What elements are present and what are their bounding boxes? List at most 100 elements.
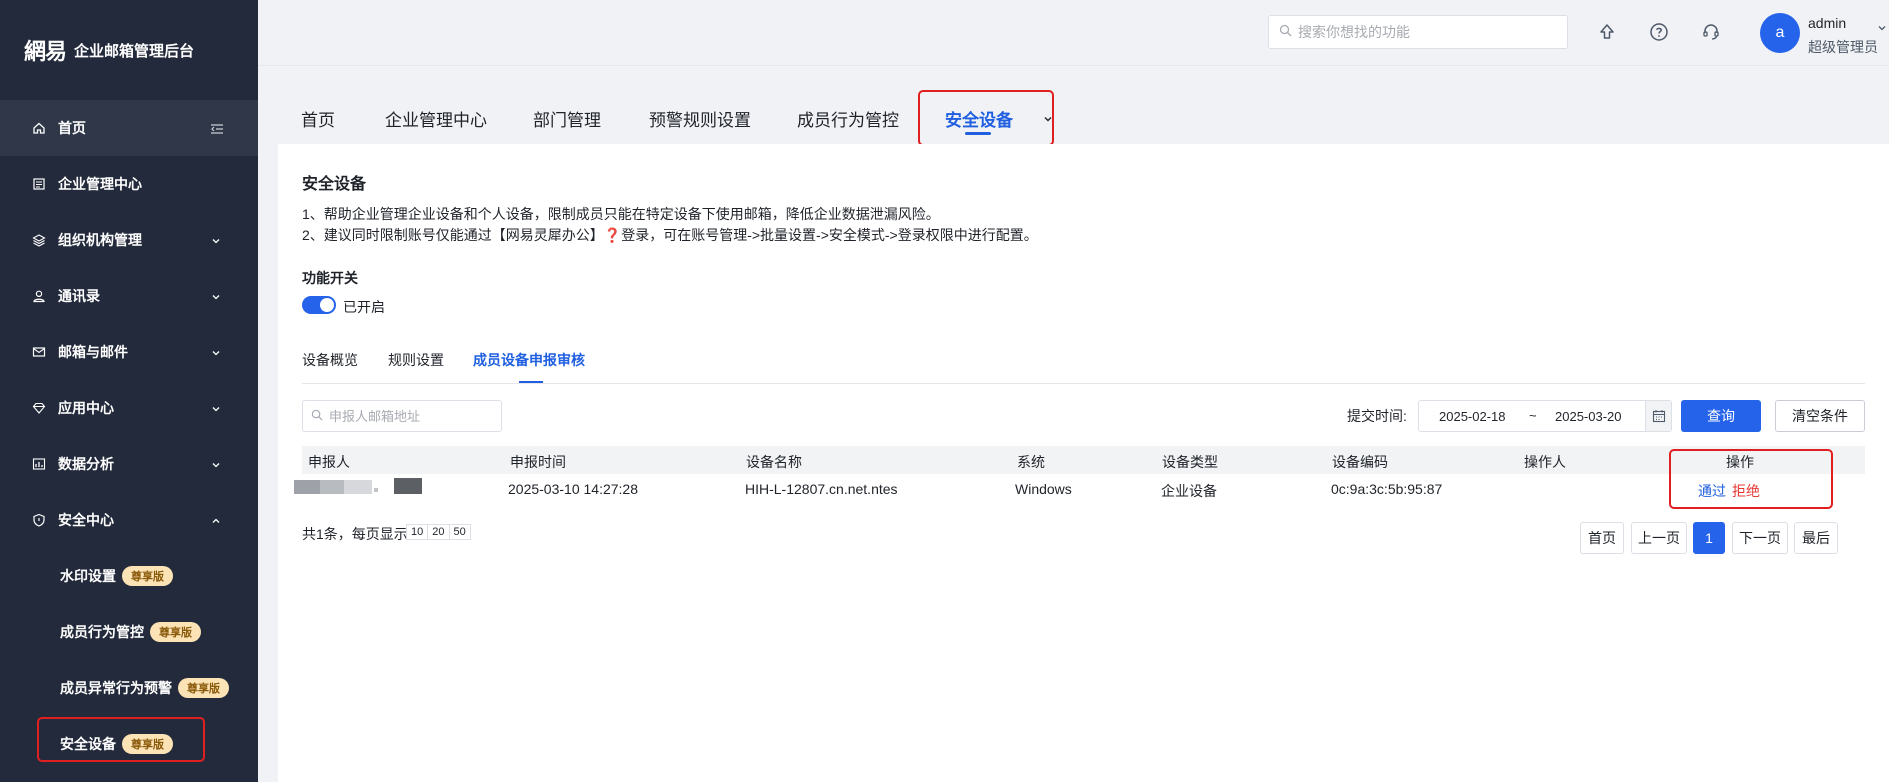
sidebar-item-home[interactable]: 首页 [0, 100, 258, 156]
premium-badge: 尊享版 [178, 678, 229, 698]
cell-device-name: HIH-L-12807.cn.net.ntes [745, 481, 898, 497]
user-icon [32, 289, 46, 303]
premium-badge: 尊享版 [150, 622, 201, 642]
avatar[interactable]: a [1760, 13, 1800, 53]
date-range-picker[interactable]: 2025-02-18 ~ 2025-03-20 [1418, 400, 1672, 432]
column-header: 操作 [1726, 454, 1754, 470]
page-size-options: 10 20 50 [406, 524, 471, 540]
enterprise-icon [32, 177, 46, 191]
page-description-1: 1、帮助企业管理企业设备和个人设备，限制成员只能在特定设备下使用邮箱，降低企业数… [302, 206, 940, 222]
mail-icon [32, 345, 46, 359]
last-page-button[interactable]: 最后 [1794, 522, 1838, 554]
column-header: 系统 [1017, 454, 1045, 470]
sidebar-item-org[interactable]: 组织机构管理 [0, 212, 258, 268]
date-to[interactable]: 2025-03-20 [1555, 409, 1622, 424]
page-size-50[interactable]: 50 [448, 524, 471, 540]
sidebar-item-label: 首页 [58, 120, 86, 136]
sidebar-item-contacts[interactable]: 通讯录 [0, 268, 258, 324]
search-icon [1279, 24, 1292, 40]
clear-filters-button[interactable]: 清空条件 [1775, 400, 1865, 432]
reject-link[interactable]: 拒绝 [1732, 481, 1760, 501]
column-header: 设备名称 [746, 454, 802, 470]
main-content: 安全设备 1、帮助企业管理企业设备和个人设备，限制成员只能在特定设备下使用邮箱，… [278, 144, 1889, 782]
feature-switch-state: 已开启 [343, 299, 385, 315]
subtab-rules[interactable]: 规则设置 [388, 350, 444, 370]
subtab-overview[interactable]: 设备概览 [302, 350, 358, 370]
active-subtab-indicator [519, 381, 543, 383]
premium-badge: 尊享版 [122, 566, 173, 586]
page-title: 安全设备 [302, 176, 367, 193]
customer-service-icon[interactable] [1699, 20, 1723, 44]
home-icon [32, 121, 46, 135]
sidebar-item-label: 组织机构管理 [58, 232, 142, 248]
first-page-button[interactable]: 首页 [1580, 522, 1624, 554]
toggle-knob [320, 298, 334, 312]
cell-device-code: 0c:9a:3c:5b:95:87 [1331, 481, 1443, 497]
page-size-20[interactable]: 20 [427, 524, 450, 540]
cell-submit-time: 2025-03-10 14:27:28 [508, 481, 638, 497]
tab-enterprise[interactable]: 企业管理中心 [385, 106, 487, 131]
redacted-reporter [294, 478, 422, 496]
sidebar-item-mail[interactable]: 邮箱与邮件 [0, 324, 258, 380]
brand-title: 企业邮箱管理后台 [74, 42, 195, 60]
sidebar-subitem-label: 水印设置 [60, 568, 116, 584]
chart-icon [32, 457, 46, 471]
search-input[interactable] [1298, 24, 1548, 40]
column-header: 申报人 [308, 454, 350, 470]
user-name[interactable]: admin [1808, 15, 1846, 31]
approve-link[interactable]: 通过 [1698, 481, 1726, 501]
column-header: 设备编码 [1332, 454, 1388, 470]
tab-home[interactable]: 首页 [301, 106, 335, 131]
sidebar-subitem-watermark[interactable]: 水印设置 尊享版 [0, 548, 258, 604]
tabs-more-chevron-icon[interactable] [1042, 112, 1054, 128]
page-tabs: 首页 企业管理中心 部门管理 预警规则设置 成员行为管控 安全设备 [258, 66, 1889, 146]
chevron-down-icon [210, 234, 222, 246]
chevron-down-icon [210, 290, 222, 302]
subtab-device-review[interactable]: 成员设备申报审核 [473, 350, 585, 370]
page-size-10[interactable]: 10 [406, 524, 429, 540]
sidebar-item-apps[interactable]: 应用中心 [0, 380, 258, 436]
upload-icon[interactable] [1595, 20, 1619, 44]
sidebar-item-label: 应用中心 [58, 400, 114, 416]
active-tab-indicator [965, 132, 991, 135]
prev-page-button[interactable]: 上一页 [1631, 522, 1687, 554]
sidebar-subitem-security-devices[interactable]: 安全设备 尊享版 [0, 716, 258, 772]
tab-security-devices[interactable]: 安全设备 [945, 106, 1013, 131]
sidebar-subitem-label: 成员异常行为预警 [60, 680, 172, 696]
premium-badge: 尊享版 [122, 734, 173, 754]
query-button[interactable]: 查询 [1681, 400, 1761, 432]
reporter-email-input[interactable] [329, 408, 489, 424]
sidebar-item-analytics[interactable]: 数据分析 [0, 436, 258, 492]
reporter-email-filter[interactable] [302, 400, 502, 432]
column-header: 操作人 [1524, 454, 1566, 470]
sidebar-subitem-behavior-control[interactable]: 成员行为管控 尊享版 [0, 604, 258, 660]
help-icon[interactable] [1647, 20, 1671, 44]
sidebar-item-label: 数据分析 [58, 456, 114, 472]
page-1-button[interactable]: 1 [1693, 522, 1725, 554]
next-page-button[interactable]: 下一页 [1732, 522, 1788, 554]
sidebar-subitem-abnormal-warning[interactable]: 成员异常行为预警 尊享版 [0, 660, 258, 716]
cell-device-type: 企业设备 [1161, 483, 1217, 499]
chevron-down-icon[interactable] [1877, 20, 1887, 36]
feature-toggle[interactable] [302, 296, 336, 314]
sidebar: 網易 企业邮箱管理后台 首页 企业管理中心 组织机构管理 通讯录 邮箱与邮件 应… [0, 0, 258, 782]
brand-logo: 網易 企业邮箱管理后台 [0, 0, 258, 100]
column-header: 设备类型 [1162, 454, 1218, 470]
sidebar-subitem-label: 安全设备 [60, 736, 116, 752]
sidebar-item-enterprise[interactable]: 企业管理中心 [0, 156, 258, 212]
pagination-total: 共1条，每页显示 [302, 526, 408, 542]
cell-os: Windows [1015, 481, 1072, 497]
calendar-icon[interactable] [1645, 401, 1671, 431]
tab-behavior-control[interactable]: 成员行为管控 [797, 106, 899, 131]
search-box[interactable] [1268, 15, 1568, 49]
brand-mark: 網易 [24, 39, 67, 65]
tab-warning-rules[interactable]: 预警规则设置 [649, 106, 751, 131]
tab-department[interactable]: 部门管理 [533, 106, 601, 131]
page-description-2: 2、建议同时限制账号仅能通过【网易灵犀办公】❓登录，可在账号管理->批量设置->… [302, 227, 1038, 243]
collapse-menu-icon[interactable] [210, 122, 223, 134]
sub-tabs: 设备概览 规则设置 成员设备申报审核 [302, 350, 1865, 384]
sidebar-item-security[interactable]: 安全中心 [0, 492, 258, 548]
date-from[interactable]: 2025-02-18 [1439, 409, 1506, 424]
sidebar-item-label: 邮箱与邮件 [58, 344, 128, 360]
table-header: 申报人 申报时间 设备名称 系统 设备类型 设备编码 操作人 操作 [302, 446, 1865, 474]
